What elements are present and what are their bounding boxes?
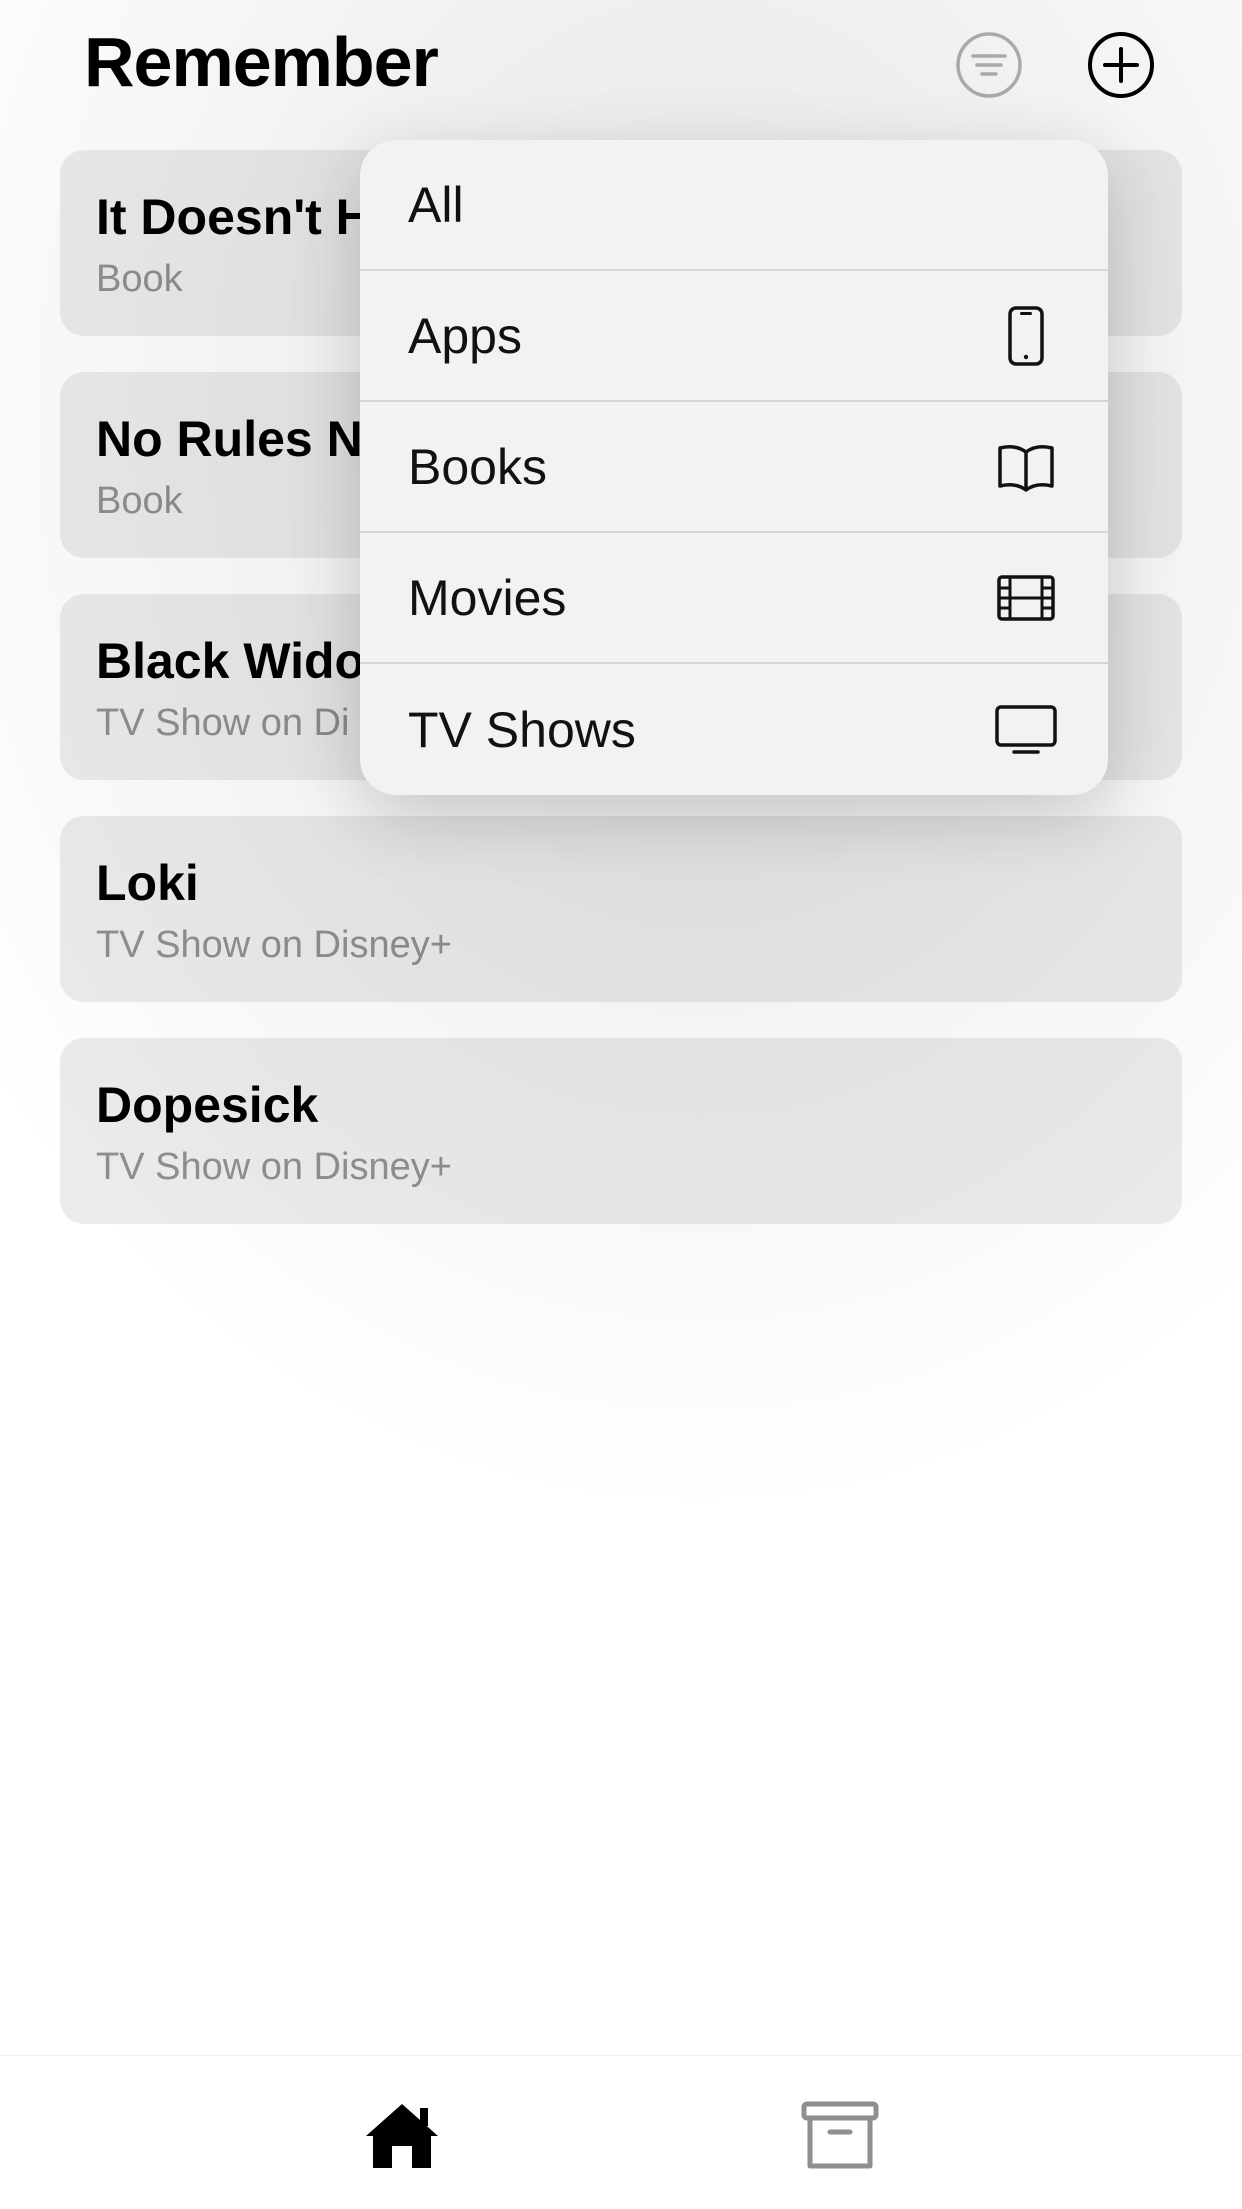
book-icon: [994, 435, 1058, 499]
list-item[interactable]: Loki TV Show on Disney+: [60, 816, 1182, 1002]
filter-menu: All Apps Books Movies TV Shows: [360, 140, 1108, 795]
filter-option-label: TV Shows: [408, 701, 636, 758]
item-title: It Doesn't H: [96, 189, 372, 245]
filter-option-all[interactable]: All: [360, 140, 1108, 271]
item-subtitle: Book: [96, 480, 183, 522]
item-subtitle: TV Show on Disney+: [96, 924, 452, 966]
item-subtitle: Book: [96, 258, 183, 300]
item-title: Dopesick: [96, 1077, 319, 1133]
filter-button[interactable]: [954, 30, 1024, 100]
house-icon: [366, 2104, 438, 2168]
list-item[interactable]: Dopesick TV Show on Disney+: [60, 1038, 1182, 1224]
item-subtitle: TV Show on Di: [96, 702, 350, 744]
item-subtitle: TV Show on Disney+: [96, 1146, 452, 1188]
filter-option-tv-shows[interactable]: TV Shows: [360, 664, 1108, 795]
tv-icon: [994, 698, 1058, 762]
filter-option-label: All: [408, 176, 464, 233]
tab-bar: [0, 2055, 1242, 2209]
archive-box-icon: [801, 2101, 879, 2169]
filter-option-books[interactable]: Books: [360, 402, 1108, 533]
filter-option-label: Movies: [408, 569, 567, 626]
tab-home[interactable]: [357, 2096, 447, 2176]
filter-option-label: Apps: [408, 307, 522, 364]
page-title: Remember: [84, 23, 439, 101]
tab-archive[interactable]: [795, 2096, 885, 2176]
item-title: No Rules No: [96, 411, 394, 467]
phone-icon: [994, 304, 1058, 368]
filter-option-apps[interactable]: Apps: [360, 271, 1108, 402]
filter-option-movies[interactable]: Movies: [360, 533, 1108, 664]
filter-circle-icon: [956, 32, 1022, 98]
item-title: Loki: [96, 855, 199, 911]
item-title: Black Wido: [96, 633, 366, 689]
plus-circle-icon: [1088, 32, 1154, 98]
film-icon: [994, 566, 1058, 630]
add-item-button[interactable]: [1086, 30, 1156, 100]
filter-option-label: Books: [408, 438, 547, 495]
